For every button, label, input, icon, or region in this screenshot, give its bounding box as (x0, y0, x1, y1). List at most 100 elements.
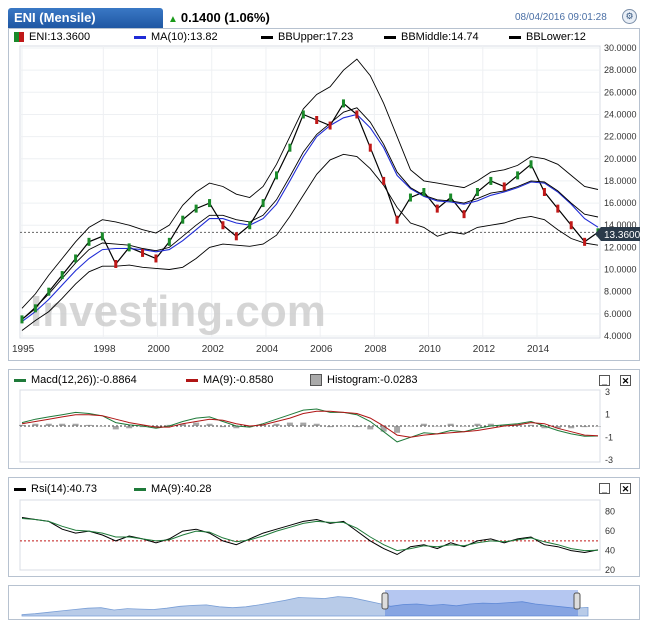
rsi-y-tick: 20 (605, 565, 615, 574)
histogram-bar (126, 426, 133, 429)
histogram-bar (99, 426, 106, 427)
price-candle (462, 210, 466, 219)
price-x-tick: 2002 (202, 344, 225, 355)
histogram-bar (434, 426, 441, 427)
histogram-bar (112, 426, 119, 430)
price-x-tick: 2012 (473, 344, 496, 355)
price-candle (127, 243, 131, 252)
legend-macd-ma: MA(9):-0.8580 (186, 374, 273, 386)
rsi-legend: Rsi(14):40.73 MA(9):40.28 (14, 483, 574, 496)
navigator-selection[interactable] (385, 590, 578, 616)
histogram-bar (461, 426, 468, 427)
macd-close-button[interactable]: ✕ (620, 375, 631, 386)
price-candle (74, 254, 78, 263)
gear-icon[interactable]: ⚙ (622, 9, 637, 24)
price-candle (328, 121, 332, 130)
rsi-ma-swatch (134, 487, 146, 491)
price-y-tick: 16.0000 (604, 198, 637, 208)
price-candle (114, 260, 118, 268)
price-candle (100, 232, 104, 241)
histogram-bar (85, 424, 92, 426)
rsi-chart[interactable]: 80 60 40 20 (8, 498, 640, 574)
macd-swatch (14, 378, 26, 382)
watermark: Investing.com (30, 287, 326, 336)
price-candle (382, 176, 386, 185)
price-candle (234, 232, 238, 241)
legend-rsi-ma: MA(9):40.28 (134, 483, 212, 495)
price-candle (542, 188, 546, 196)
price-swatch (14, 32, 24, 43)
legend-macd-label: Macd(12,26)):-0.8864 (31, 374, 137, 386)
legend-bb-middle: BBMiddle:14.74 (384, 31, 479, 43)
price-candle (395, 215, 399, 224)
histogram-swatch (310, 374, 322, 387)
navigator-chart[interactable] (8, 585, 640, 620)
histogram-bar (273, 423, 280, 426)
bb-lower-swatch (509, 35, 521, 39)
current-price-value: 13.3600 (604, 230, 640, 241)
histogram-bar (45, 423, 52, 426)
macd-chart[interactable]: 3 1 -1 -3 (8, 388, 640, 466)
legend-bb-upper-label: BBUpper:17.23 (278, 31, 354, 43)
macd-y-axis: 3 1 -1 -3 (605, 388, 613, 465)
up-arrow-icon: ▲ (168, 14, 178, 25)
histogram-bar (528, 424, 535, 426)
navigator-left-handle[interactable] (381, 592, 389, 610)
legend-bb-upper: BBUpper:17.23 (261, 31, 353, 43)
legend-price: ENI:13.3600 (14, 31, 90, 43)
legend-ma: MA(10):13.82 (134, 31, 218, 43)
price-candle (221, 221, 225, 230)
price-candle (33, 304, 37, 313)
histogram-bar (206, 423, 213, 426)
price-y-tick: 20.0000 (604, 154, 637, 164)
legend-histogram-label: Histogram:-0.0283 (327, 374, 418, 386)
price-candle (141, 248, 145, 257)
legend-bb-middle-label: BBMiddle:14.74 (401, 31, 479, 43)
price-y-tick: 4.0000 (604, 331, 632, 341)
price-chart[interactable]: Investing.com 30.0000 28.0000 26.0000 24.00… (8, 44, 640, 361)
price-candle (248, 221, 252, 230)
rsi-close-button[interactable]: ✕ (620, 483, 631, 494)
price-candle (516, 171, 520, 180)
histogram-bar (474, 423, 481, 426)
price-candle (435, 204, 439, 213)
price-candle (288, 143, 292, 152)
price-change: ▲ 0.1400 (1.06%) (168, 10, 270, 25)
price-candle (60, 271, 64, 280)
price-candle (422, 188, 426, 196)
price-candle (47, 287, 51, 296)
macd-minimize-button[interactable]: _ (599, 375, 610, 386)
price-candle (368, 143, 372, 152)
price-candle (583, 237, 587, 246)
price-x-tick: 2008 (364, 344, 387, 355)
histogram-bar (394, 426, 401, 433)
histogram-bar (581, 426, 588, 428)
rsi-swatch (14, 487, 26, 491)
rsi-y-axis: 80 60 40 20 (605, 507, 615, 574)
price-candle (154, 254, 158, 263)
price-candle (87, 237, 91, 246)
price-candle (502, 182, 506, 191)
symbol-tab[interactable]: ENI (Mensile) (8, 8, 163, 28)
price-x-tick: 2014 (527, 344, 550, 355)
timestamp: 08/04/2016 09:01:28 (515, 12, 607, 23)
price-candle (275, 171, 279, 180)
histogram-bar (286, 422, 293, 426)
price-candle (569, 221, 573, 230)
legend-rsi-ma-label: MA(9):40.28 (151, 483, 212, 495)
bb-upper-swatch (261, 35, 273, 39)
price-candle (489, 176, 493, 185)
rsi-y-tick: 60 (605, 526, 615, 536)
histogram-bar (219, 426, 226, 428)
price-x-tick: 2000 (148, 344, 171, 355)
histogram-bar (72, 423, 79, 426)
histogram-bar (447, 423, 454, 426)
rsi-y-tick: 80 (605, 507, 615, 517)
macd-y-tick: 1 (605, 410, 610, 420)
rsi-y-tick: 40 (605, 546, 615, 556)
legend-bb-lower: BBLower:12.2 (509, 31, 586, 43)
navigator-right-handle[interactable] (573, 592, 581, 610)
macd-ma-swatch (186, 378, 198, 382)
rsi-minimize-button[interactable]: _ (599, 483, 610, 494)
macd-y-tick: 3 (605, 388, 610, 397)
